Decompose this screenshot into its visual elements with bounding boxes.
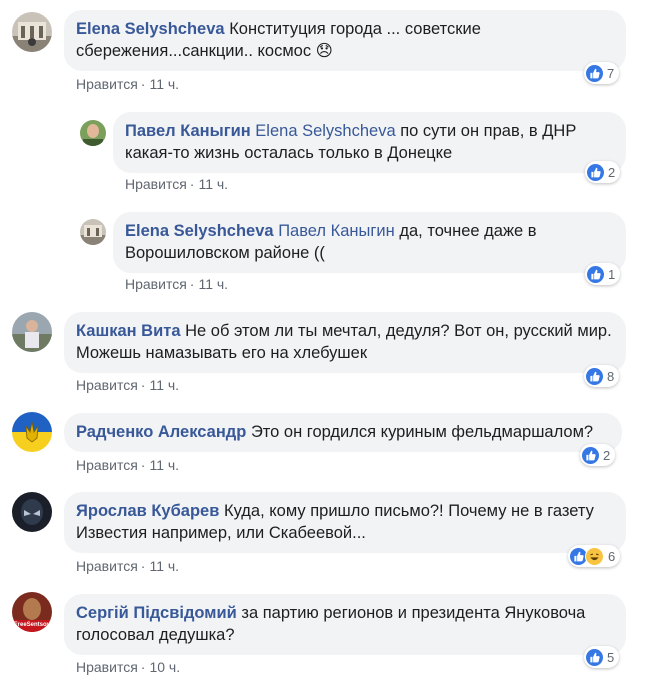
comment-meta: Нравится · 11 ч. [76, 558, 180, 574]
comment-meta: Нравится · 11 ч. [76, 76, 180, 92]
comment-author[interactable]: Elena Selyshcheva [125, 222, 274, 240]
reaction-count: 6 [608, 548, 616, 564]
comment-author[interactable]: Сергій Підсвідомий [76, 604, 237, 622]
comment-time[interactable]: 11 ч. [149, 377, 179, 393]
like-link[interactable]: Нравится [76, 377, 138, 393]
reaction-count: 7 [607, 65, 615, 81]
comment-mention[interactable]: Павел Каныгин [278, 222, 395, 240]
reaction-count: 8 [607, 368, 615, 384]
like-icon [582, 446, 599, 464]
like-link[interactable]: Нравится [125, 276, 187, 292]
reaction-counter[interactable]: 8 [584, 365, 620, 387]
like-icon [586, 64, 603, 82]
comment-bubble: Радченко Александр Это он гордился курин… [64, 413, 622, 452]
reaction-count: 2 [608, 164, 616, 180]
haha-icon [585, 546, 604, 566]
reaction-count: 1 [608, 266, 616, 282]
reaction-counter[interactable]: 7 [584, 62, 620, 84]
avatar[interactable] [12, 492, 52, 532]
comment-bubble: Ярослав Кубарев Куда, кому пришло письмо… [64, 492, 626, 553]
like-icon [586, 367, 603, 385]
avatar[interactable] [80, 219, 106, 245]
comment-author[interactable]: Кашкан Вита [76, 322, 181, 340]
comment-author[interactable]: Радченко Александр [76, 423, 246, 441]
comment-author[interactable]: Павел Каныгин [125, 122, 251, 140]
like-icon [586, 648, 603, 666]
comment-time[interactable]: 10 ч. [149, 659, 180, 675]
comment-time[interactable]: 11 ч. [198, 276, 228, 292]
comment-time[interactable]: 11 ч. [198, 176, 228, 192]
comment-bubble: Павел Каныгин Elena Selyshcheva по сути … [113, 112, 626, 173]
comment-author[interactable]: Elena Selyshcheva [76, 20, 225, 38]
comment-meta: Нравится · 11 ч. [125, 176, 229, 192]
comment-time[interactable]: 11 ч. [149, 558, 179, 574]
avatar[interactable] [80, 120, 106, 146]
comment-bubble: Elena Selyshcheva Конституция города ...… [64, 10, 626, 71]
reaction-count: 2 [603, 447, 611, 463]
comment-bubble: Сергій Підсвідомий за партию регионов и … [64, 594, 626, 655]
comment-mention[interactable]: Elena Selyshcheva [255, 122, 395, 140]
reaction-count: 5 [607, 649, 615, 665]
avatar[interactable]: FreeSentsov [12, 592, 52, 632]
reaction-counter[interactable]: 2 [580, 444, 616, 466]
comment-meta: Нравится · 11 ч. [125, 276, 229, 292]
avatar-badge-text: FreeSentsov [14, 622, 51, 628]
comment-time[interactable]: 11 ч. [149, 76, 179, 92]
reaction-counter[interactable]: 2 [585, 161, 621, 183]
like-icon [587, 163, 604, 181]
like-link[interactable]: Нравится [76, 558, 138, 574]
comment-bubble: Elena Selyshcheva Павел Каныгин да, точн… [113, 212, 626, 273]
like-link[interactable]: Нравится [76, 659, 138, 675]
comment-text: Это он гордился куриным фельдмаршалом? [250, 423, 594, 441]
like-link[interactable]: Нравится [125, 176, 187, 192]
comment-meta: Нравится · 10 ч. [76, 659, 181, 675]
comment-meta: Нравится · 11 ч. [76, 457, 180, 473]
comment-time[interactable]: 11 ч. [149, 457, 179, 473]
reaction-counter[interactable]: 6 [568, 545, 621, 567]
comment-bubble: Кашкан Вита Не об этом ли ты мечтал, дед… [64, 312, 626, 373]
avatar[interactable] [12, 312, 52, 352]
comment-meta: Нравится · 11 ч. [76, 377, 180, 393]
reaction-counter[interactable]: 1 [585, 263, 621, 285]
like-icon [587, 265, 604, 283]
comment-author[interactable]: Ярослав Кубарев [76, 502, 219, 520]
like-link[interactable]: Нравится [76, 457, 138, 473]
reaction-counter[interactable]: 5 [584, 646, 620, 668]
avatar[interactable] [12, 412, 52, 452]
like-link[interactable]: Нравится [76, 76, 138, 92]
avatar[interactable] [12, 12, 52, 52]
